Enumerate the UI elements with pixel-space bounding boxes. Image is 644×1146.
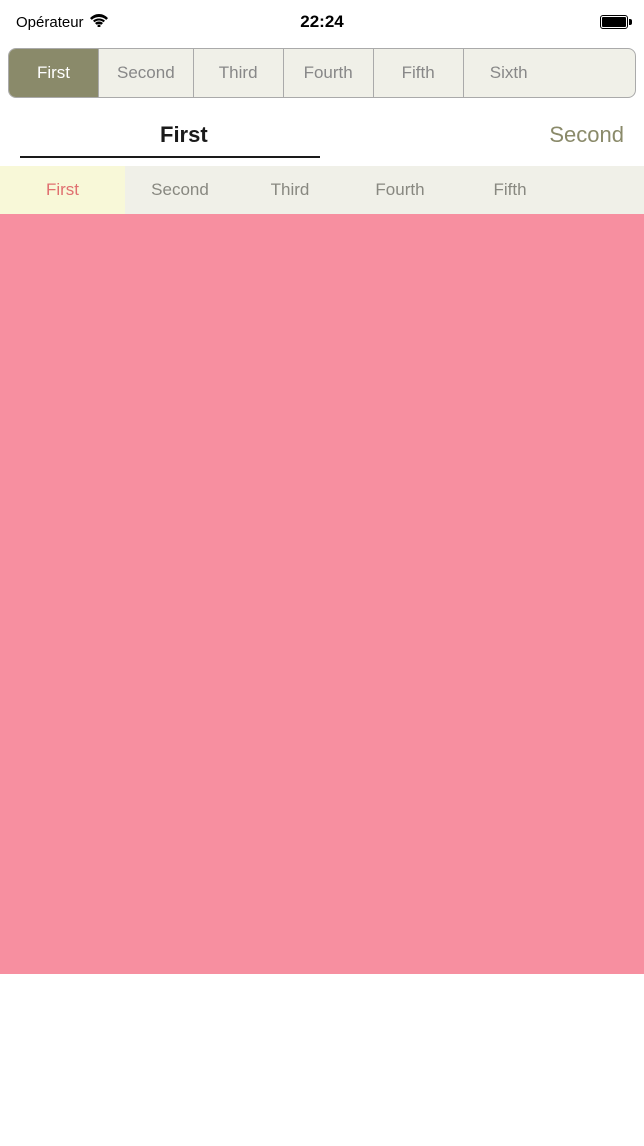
tab-bar-2: First Second Third Fourth Fifth (0, 166, 644, 214)
tab-bar2-second[interactable]: Second (125, 166, 235, 214)
carrier-label: Opérateur (16, 14, 84, 31)
status-bar: Opérateur 22:24 (0, 0, 644, 44)
battery-fill (602, 17, 626, 27)
main-content-area (0, 214, 644, 974)
section-labels: First Second (0, 102, 644, 156)
section-second-label: Second (549, 122, 624, 148)
tab-bar1-fourth[interactable]: Fourth (284, 49, 374, 97)
tab-bar1-first[interactable]: First (9, 49, 99, 97)
tab-bar1-second[interactable]: Second (99, 49, 194, 97)
section-underline (20, 156, 320, 158)
tab-bar1-fifth[interactable]: Fifth (374, 49, 464, 97)
tab-bar1-third[interactable]: Third (194, 49, 284, 97)
tab-bar2-first[interactable]: First (0, 166, 125, 214)
tab-bar2-fourth[interactable]: Fourth (345, 166, 455, 214)
battery-container (600, 15, 628, 29)
status-time: 22:24 (300, 12, 343, 32)
tab-bar1-sixth[interactable]: Sixth (464, 49, 554, 97)
tab-bar2-third[interactable]: Third (235, 166, 345, 214)
tab-bar2-fifth[interactable]: Fifth (455, 166, 565, 214)
tab-bar-1: First Second Third Fourth Fifth Sixth (8, 48, 636, 98)
status-carrier: Opérateur (16, 14, 108, 31)
section-first-label: First (20, 122, 208, 148)
wifi-icon (90, 14, 108, 31)
battery-icon (600, 15, 628, 29)
